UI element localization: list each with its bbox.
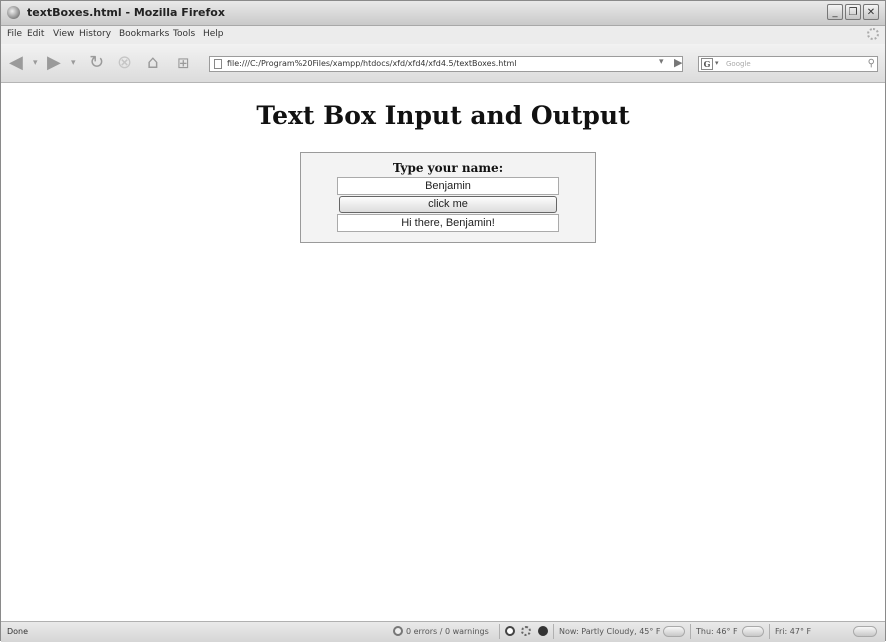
partly-cloudy-icon: [663, 626, 685, 637]
forward-icon[interactable]: ▶: [47, 52, 61, 73]
reload-icon[interactable]: ↻: [89, 52, 104, 73]
menu-edit[interactable]: Edit: [27, 29, 44, 39]
back-icon[interactable]: ◀: [9, 52, 23, 73]
weather-thursday[interactable]: Thu: 46° F: [696, 627, 738, 636]
url-text[interactable]: file:///C:/Program%20Files/xampp/htdocs/…: [227, 59, 517, 68]
go-arrow-icon[interactable]: ▶: [674, 56, 682, 69]
status-bar: Done 0 errors / 0 warnings Now: Partly C…: [1, 621, 885, 642]
name-label: Type your name:: [392, 161, 504, 175]
menu-file[interactable]: File: [7, 29, 22, 39]
partly-cloudy-icon: [742, 626, 764, 637]
page-document-icon: [214, 59, 222, 69]
search-magnifier-icon[interactable]: ⚲: [868, 58, 875, 69]
click-me-button[interactable]: click me: [339, 196, 557, 213]
weather-friday[interactable]: Fri: 47° F: [775, 627, 811, 636]
stop-icon[interactable]: ⊗: [117, 52, 132, 73]
error-count[interactable]: 0 errors / 0 warnings: [406, 627, 489, 636]
new-tab-icon[interactable]: ⊞: [177, 54, 190, 72]
forward-history-dropdown-icon[interactable]: ▾: [71, 58, 76, 68]
settings-gear-icon[interactable]: [521, 626, 531, 636]
firefox-logo-icon: [7, 6, 20, 19]
search-engine-dropdown-icon[interactable]: ▾: [715, 59, 719, 67]
page-content: Text Box Input and Output Type your name…: [1, 83, 885, 621]
output-field[interactable]: Hi there, Benjamin!: [337, 214, 559, 232]
menu-help[interactable]: Help: [203, 29, 224, 39]
close-button[interactable]: ✕: [863, 4, 879, 20]
throbber-icon: [867, 28, 879, 40]
search-box[interactable]: G ▾ Google ⚲: [698, 56, 878, 72]
navigation-toolbar: ◀ ▾ ▶ ▾ ↻ ⊗ ⌂ ⊞ file:///C:/Program%20Fil…: [1, 44, 885, 83]
title-bar: textBoxes.html - Mozilla Firefox _ ❐ ✕: [1, 1, 885, 26]
status-divider: [690, 624, 691, 639]
status-divider: [769, 624, 770, 639]
error-console-icon[interactable]: [393, 626, 403, 636]
search-engine-icon[interactable]: G: [701, 58, 713, 70]
url-bar[interactable]: file:///C:/Program%20Files/xampp/htdocs/…: [209, 56, 683, 72]
weather-now[interactable]: Now: Partly Cloudy, 45° F: [559, 627, 661, 636]
page-title: Text Box Input and Output: [256, 101, 630, 130]
status-divider: [553, 624, 554, 639]
maximize-button[interactable]: ❐: [845, 4, 861, 20]
home-icon[interactable]: ⌂: [147, 52, 158, 73]
url-dropdown-icon[interactable]: ▾: [659, 57, 664, 67]
partly-cloudy-icon: [853, 626, 877, 637]
menu-bar: File Edit View History Bookmarks Tools H…: [1, 26, 885, 44]
status-divider: [499, 624, 500, 639]
window-controls: _ ❐ ✕: [827, 4, 879, 20]
browser-window: textBoxes.html - Mozilla Firefox _ ❐ ✕ F…: [0, 0, 886, 642]
menu-bookmarks[interactable]: Bookmarks: [119, 29, 169, 39]
window-title: textBoxes.html - Mozilla Firefox: [27, 6, 225, 19]
search-placeholder[interactable]: Google: [726, 60, 751, 68]
addon-icon[interactable]: [505, 626, 515, 636]
status-text: Done: [7, 627, 29, 636]
name-input[interactable]: Benjamin: [337, 177, 559, 195]
back-history-dropdown-icon[interactable]: ▾: [33, 58, 38, 68]
menu-tools[interactable]: Tools: [173, 29, 195, 39]
menu-view[interactable]: View: [53, 29, 74, 39]
menu-history[interactable]: History: [79, 29, 111, 39]
minimize-button[interactable]: _: [827, 4, 843, 20]
record-icon[interactable]: [538, 626, 548, 636]
form-box: Type your name: Benjamin click me Hi the…: [300, 152, 596, 243]
